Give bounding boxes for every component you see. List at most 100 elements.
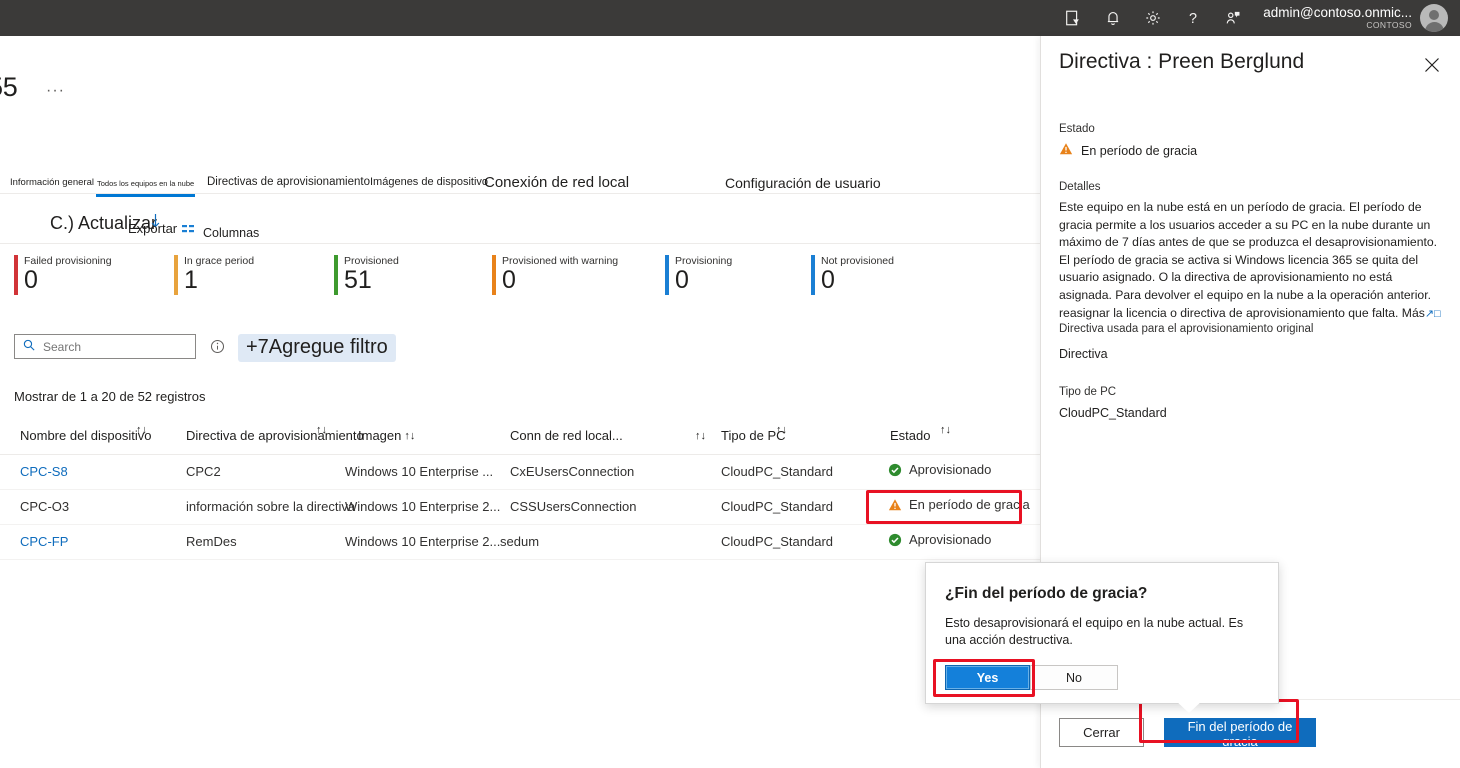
dialog-no-button[interactable]: No — [1030, 665, 1118, 690]
dialog-yes-button[interactable]: Yes — [945, 665, 1030, 690]
column-label: Conn de red local... — [510, 428, 623, 443]
search-box[interactable] — [14, 334, 196, 359]
tab-conexion-de-red-local[interactable]: Conexión de red local — [484, 174, 629, 191]
cell-connection: CxEUsersConnection — [510, 464, 635, 479]
table-row[interactable]: CPC-O3 información sobre la directiva Wi… — [0, 490, 1040, 525]
status-color-bar — [665, 255, 669, 295]
cell-policy: RemDes — [186, 534, 237, 549]
close-icon[interactable] — [1423, 56, 1445, 78]
help-question-icon[interactable]: ? — [1173, 0, 1213, 36]
status-color-bar — [14, 255, 18, 295]
topbar-icon-group: ? — [1053, 0, 1253, 36]
tab-imagenes-de-dispositivo[interactable]: Imágenes de dispositivo — [370, 176, 488, 188]
command-bar: C.) Actualizar Exportar Columnas — [0, 208, 1040, 244]
external-link-icon[interactable]: ↗□ — [1425, 308, 1441, 320]
tab-configuracion-de-usuario[interactable]: Configuración de usuario — [725, 175, 881, 191]
status-card-provisioned-with-warning[interactable]: Provisioned with warning 0 — [492, 255, 619, 295]
cell-pc-type: CloudPC_Standard — [721, 499, 834, 514]
status-card-not-provisioned[interactable]: Not provisioned 0 — [811, 255, 894, 295]
account-menu[interactable]: admin@contoso.onmic... CONTOSO — [1253, 0, 1460, 36]
tab-label: Directivas de aprovisionamiento — [207, 176, 370, 188]
column-header-tipo-de-pc[interactable]: Tipo de PC ↑↓ — [721, 424, 787, 443]
table-header-row: Nombre del dispositivo ↑↓ Directiva de a… — [0, 422, 1040, 455]
search-input[interactable] — [41, 338, 175, 355]
close-button[interactable]: Cerrar — [1059, 718, 1144, 747]
settings-gear-icon[interactable] — [1133, 0, 1173, 36]
columns-label: Columnas — [203, 226, 260, 240]
cell-status[interactable]: En período de gracia — [888, 497, 1030, 512]
warning-triangle-icon — [1059, 142, 1073, 159]
sort-arrows-icon: ↑↓ — [776, 424, 787, 436]
column-header-estado[interactable]: Estado ↑↓ — [890, 424, 951, 443]
column-label: Imagen — [358, 428, 402, 443]
account-org: CONTOSO — [1366, 19, 1412, 30]
panel-state-value: En período de gracia — [1081, 143, 1198, 158]
sort-arrows-icon: ↑↓ — [940, 424, 951, 436]
export-button[interactable]: Exportar — [128, 221, 177, 236]
search-icon — [23, 338, 35, 356]
info-circle-icon[interactable] — [210, 339, 225, 359]
panel-title: Directiva : Preen Berglund — [1059, 50, 1305, 73]
status-card-provisioning[interactable]: Provisioning 0 — [665, 255, 732, 295]
status-card-in-grace-period[interactable]: In grace period 1 — [174, 255, 254, 295]
tab-informacion-general[interactable]: Información general — [10, 177, 94, 188]
panel-state-value-row: En período de gracia — [1059, 142, 1197, 159]
status-card-value: 0 — [675, 266, 689, 294]
panel-policy-label: Directiva usada para el aprovisionamient… — [1059, 323, 1314, 335]
columns-button[interactable]: Columnas — [182, 221, 259, 240]
status-card-value: 0 — [502, 266, 516, 294]
avatar[interactable] — [1420, 4, 1448, 32]
status-card-value: 0 — [24, 266, 38, 294]
panel-footer: Cerrar Fin del período de gracia — [1041, 699, 1460, 768]
add-filter-button[interactable]: +7Agregue filtro — [238, 334, 396, 362]
column-header-nombre-del-dispositivo[interactable]: Nombre del dispositivo ↑↓ — [20, 424, 152, 443]
table-row[interactable]: CPC-FP RemDes Windows 10 Enterprise 2...… — [0, 525, 1040, 560]
panel-pctype-label: Tipo de PC — [1059, 386, 1117, 398]
tab-directivas-de-aprovisionamiento[interactable]: Directivas de aprovisionamiento — [207, 176, 370, 188]
tab-label: Todos los equipos en la nube — [97, 179, 195, 188]
panel-state-label: Estado — [1059, 123, 1095, 135]
notifications-bell-icon[interactable] — [1093, 0, 1133, 36]
sort-arrows-icon: ↑↓ — [695, 429, 706, 442]
page-title: 55 — [0, 72, 18, 102]
status-card-label: Provisioned with warning — [502, 255, 619, 267]
add-filter-label: +7Agregue filtro — [246, 336, 388, 358]
status-card-value: 51 — [344, 266, 372, 294]
dialog-pointer-caret — [1175, 700, 1203, 713]
status-card-failed-provisioning[interactable]: Failed provisioning 0 — [14, 255, 112, 295]
feedback-form-icon[interactable] — [1053, 0, 1093, 36]
status-color-bar — [334, 255, 338, 295]
cell-image: Windows 10 Enterprise ... — [345, 464, 494, 479]
tab-todos-los-equipos-en-la-nube[interactable]: Todos los equipos en la nube — [96, 179, 196, 197]
sort-arrows-icon: ↑↓ — [316, 424, 327, 436]
tab-label: Configuración de usuario — [725, 175, 881, 191]
sort-arrows-icon: ↑↓ — [404, 429, 416, 442]
status-card-provisioned[interactable]: Provisioned 51 — [334, 255, 399, 295]
column-header-imagen[interactable]: Imagen ↑↓ — [358, 428, 415, 443]
end-grace-period-button[interactable]: Fin del período de gracia — [1164, 718, 1316, 747]
records-count: Mostrar de 1 a 20 de 52 registros — [14, 389, 206, 404]
status-ok-icon — [888, 533, 902, 547]
cell-image-extra: sedum — [500, 534, 540, 549]
page-more-menu[interactable]: ··· — [46, 82, 65, 100]
status-label: Aprovisionado — [909, 462, 992, 477]
dialog-buttons: Yes No — [945, 665, 1118, 690]
cell-device-name[interactable]: CPC-O3 — [20, 499, 69, 514]
cell-pc-type: CloudPC_Standard — [721, 534, 834, 549]
column-header-conn-de-red-local[interactable]: Conn de red local... ↑↓ — [510, 428, 706, 443]
svg-text:?: ? — [1189, 11, 1197, 27]
table-row[interactable]: CPC-S8 CPC2 Windows 10 Enterprise ... Cx… — [0, 455, 1040, 490]
sort-arrows-icon: ↑↓ — [136, 424, 147, 436]
dialog-title: ¿Fin del período de gracia? — [945, 585, 1148, 602]
account-text: admin@contoso.onmic... CONTOSO — [1263, 6, 1420, 29]
export-label: Exportar — [128, 221, 178, 236]
cell-device-name[interactable]: CPC-FP — [20, 534, 68, 549]
column-header-directiva-de-aprovisionamiento[interactable]: Directiva de aprovisionamiento ↑↓ — [186, 424, 364, 443]
feedback-person-icon[interactable] — [1213, 0, 1253, 36]
top-navigation-bar: ? admin@contoso.onmic... CONTOSO — [0, 0, 1460, 36]
status-card-value: 1 — [184, 266, 198, 294]
tab-label: Información general — [10, 177, 94, 188]
cell-device-name[interactable]: CPC-S8 — [20, 464, 68, 479]
status-label: Aprovisionado — [909, 532, 992, 547]
cell-image: Windows 10 Enterprise 2... — [345, 499, 501, 514]
